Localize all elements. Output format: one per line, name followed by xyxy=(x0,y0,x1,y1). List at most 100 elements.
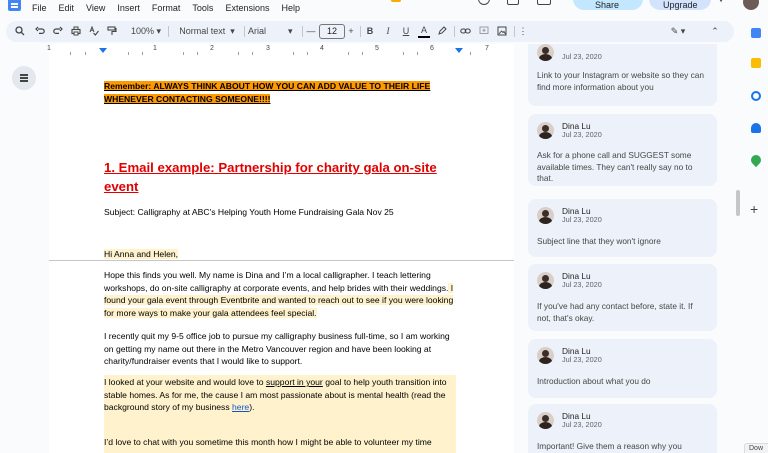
account-avatar[interactable] xyxy=(743,0,759,10)
collapse-menus-icon[interactable]: ⌃ xyxy=(708,21,722,42)
comment-card[interactable]: Dina Lu Jul 23, 2020 Important! Give the… xyxy=(528,404,717,453)
divider xyxy=(244,26,245,37)
docs-logo-icon[interactable] xyxy=(8,0,21,11)
paragraph: Hope this finds you well. My name is Din… xyxy=(104,269,456,319)
upgrade-button[interactable]: Upgrade xyxy=(649,0,711,10)
tasks-icon[interactable] xyxy=(751,91,761,101)
menu-extensions[interactable]: Extensions xyxy=(225,3,269,13)
ruler-tick xyxy=(197,52,198,55)
editing-mode-button[interactable]: ✎ ▾ xyxy=(666,21,690,42)
menu-view[interactable]: View xyxy=(86,3,105,13)
comments-icon[interactable] xyxy=(507,0,519,5)
menu-format[interactable]: Format xyxy=(152,3,181,13)
reminder-text: Remember: ALWAYS THINK ABOUT HOW YOU CAN… xyxy=(104,81,431,104)
calendar-icon[interactable] xyxy=(751,28,761,38)
download-button[interactable]: Dow xyxy=(744,443,768,453)
avatar xyxy=(537,44,554,61)
insert-link-icon[interactable] xyxy=(459,21,471,42)
font-value: Arial xyxy=(248,26,267,36)
document-page[interactable]: Remember: ALWAYS THINK ABOUT HOW YOU CAN… xyxy=(49,56,514,453)
right-indent-marker[interactable] xyxy=(455,48,463,53)
scrollbar-thumb[interactable] xyxy=(736,190,740,216)
get-add-ons-icon[interactable]: + xyxy=(750,202,758,216)
share-label: Share xyxy=(595,0,620,10)
ruler-label: 6 xyxy=(430,45,434,52)
comment-date: Jul 23, 2020 xyxy=(562,130,602,139)
comment-text: If you've had any contact before, state … xyxy=(537,301,693,323)
ruler-tick xyxy=(417,52,418,55)
ruler-label: 3 xyxy=(266,45,270,52)
insert-image-icon[interactable] xyxy=(496,21,508,42)
bold-button[interactable]: B xyxy=(364,21,376,42)
greeting-text: Hi Anna and Helen, xyxy=(104,249,179,259)
menu-help[interactable]: Help xyxy=(281,3,300,13)
google-docs-window: File Edit View Insert Format Tools Exten… xyxy=(0,0,768,453)
maps-icon[interactable] xyxy=(748,152,764,168)
paint-format-icon[interactable] xyxy=(106,21,118,42)
divider xyxy=(302,26,303,37)
menu-tools[interactable]: Tools xyxy=(192,3,213,13)
underline-button[interactable]: U xyxy=(400,21,412,42)
comment-date: Jul 23, 2020 xyxy=(562,215,602,224)
status-chip-icon[interactable] xyxy=(391,0,401,2)
text-color-button[interactable]: A xyxy=(418,21,430,38)
font-select[interactable]: Arial ▾ xyxy=(248,21,300,42)
greeting: Hi Anna and Helen, xyxy=(104,248,464,261)
reminder-note: Remember: ALWAYS THINK ABOUT HOW YOU CAN… xyxy=(104,80,459,105)
avatar xyxy=(537,272,554,289)
keep-icon[interactable] xyxy=(751,58,761,68)
menu-edit[interactable]: Edit xyxy=(59,3,75,13)
paragraph-text: I looked at your website and would love … xyxy=(104,377,266,387)
here-link[interactable]: here xyxy=(232,402,249,412)
document-outline-icon[interactable] xyxy=(12,66,36,90)
decrease-font-size-button[interactable]: — xyxy=(306,21,316,42)
ruler-label: 1 xyxy=(47,45,51,52)
ruler-label: 1 xyxy=(153,45,157,52)
section-heading: 1. Email example: Partnership for charit… xyxy=(104,160,437,194)
toolbar: 100% ▾ Normal text ▾ Arial ▾ — 12 + B I U… xyxy=(6,21,734,42)
print-icon[interactable] xyxy=(70,21,82,42)
version-history-icon[interactable] xyxy=(478,0,490,5)
left-pane xyxy=(0,56,49,453)
zoom-value: 100% xyxy=(130,26,154,36)
ruler-tick xyxy=(348,52,349,55)
add-comment-icon[interactable] xyxy=(478,21,490,42)
ruler-tick xyxy=(85,52,86,55)
contacts-icon[interactable] xyxy=(751,123,761,133)
italic-button[interactable]: I xyxy=(382,21,394,42)
menu-items: File Edit View Insert Format Tools Exten… xyxy=(32,3,300,13)
comment-card[interactable]: Dina Lu Jul 23, 2020 Subject line that t… xyxy=(528,199,717,257)
font-size-input[interactable]: 12 xyxy=(319,24,345,39)
comment-text: Link to your Instagram or website so the… xyxy=(537,70,704,92)
search-menus-icon[interactable] xyxy=(14,21,26,42)
zoom-select[interactable]: 100% ▾ xyxy=(126,21,166,42)
redo-icon[interactable] xyxy=(52,21,64,42)
comment-date: Jul 23, 2020 xyxy=(562,52,602,61)
spellcheck-icon[interactable] xyxy=(88,21,100,42)
menu-file[interactable]: File xyxy=(32,3,47,13)
avatar xyxy=(537,122,554,139)
paragraph: I recently quit my 9-5 office job to pur… xyxy=(104,331,450,367)
increase-font-size-button[interactable]: + xyxy=(346,21,356,42)
comment-card[interactable]: Dina Lu Jul 23, 2020 Introduction about … xyxy=(528,339,717,398)
comment-card[interactable]: Jul 23, 2020 Link to your Instagram or w… xyxy=(528,44,717,106)
divider xyxy=(168,26,169,37)
share-button[interactable]: Share xyxy=(573,0,643,10)
more-options-icon[interactable]: ⋮ xyxy=(518,21,528,42)
left-indent-marker[interactable] xyxy=(99,48,107,53)
ruler-label: 5 xyxy=(375,45,379,52)
comment-card[interactable]: Dina Lu Jul 23, 2020 Ask for a phone cal… xyxy=(528,114,717,186)
ruler-label: 4 xyxy=(320,45,324,52)
comment-date: Jul 23, 2020 xyxy=(562,355,602,364)
menu-insert[interactable]: Insert xyxy=(117,3,140,13)
meet-icon[interactable] xyxy=(537,0,551,5)
undo-icon[interactable] xyxy=(34,21,46,42)
style-value: Normal text xyxy=(179,26,226,36)
gemini-icon[interactable]: ✦ xyxy=(716,0,728,6)
style-select[interactable]: Normal text ▾ xyxy=(174,21,240,42)
comments-panel: Jul 23, 2020 Link to your Instagram or w… xyxy=(514,44,732,453)
highlight-pen-icon[interactable] xyxy=(436,21,448,42)
ruler-tick xyxy=(252,52,253,55)
ruler-tick xyxy=(183,52,184,55)
comment-card[interactable]: Dina Lu Jul 23, 2020 If you've had any c… xyxy=(528,264,717,331)
